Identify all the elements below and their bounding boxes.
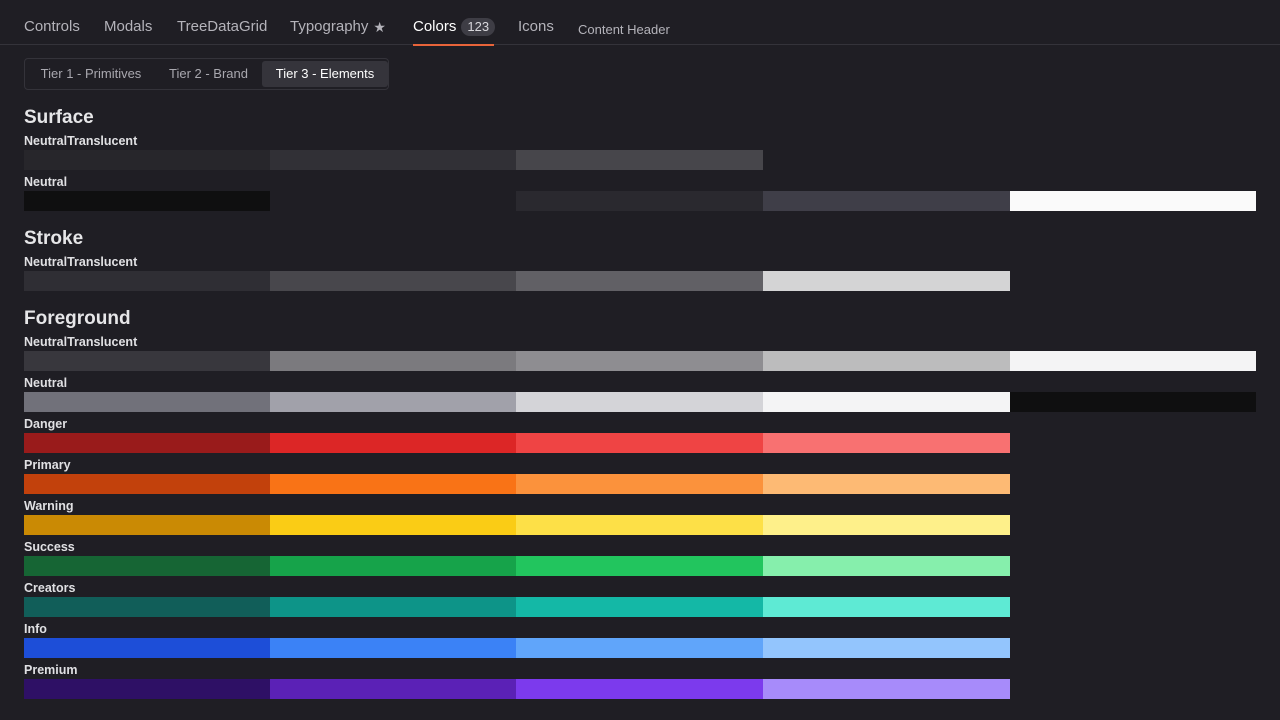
swatch-row: [24, 150, 1256, 170]
row-label: Neutral: [24, 376, 68, 390]
color-swatch: [24, 271, 270, 291]
color-swatch: [763, 351, 1010, 371]
color-swatch: [763, 515, 1010, 535]
swatch-row: [24, 556, 1256, 576]
row-label: Info: [24, 622, 47, 636]
color-swatch: [516, 638, 763, 658]
section-title-foreground: Foreground: [24, 308, 131, 329]
color-swatch: [270, 556, 516, 576]
section-title-surface: Surface: [24, 107, 94, 128]
row-label: NeutralTranslucent: [24, 335, 138, 349]
swatch-row: [24, 597, 1256, 617]
color-swatch: [763, 191, 1010, 211]
color-swatch: [24, 191, 270, 211]
tab-typography-label: Typography: [290, 18, 369, 35]
tab-colors-label: Colors: [413, 18, 457, 35]
swatch-row: [24, 351, 1256, 371]
color-swatch: [516, 474, 763, 494]
color-swatch: [24, 474, 270, 494]
star-icon: ★: [373, 19, 386, 35]
swatch-row: [24, 433, 1256, 453]
color-swatch: [763, 679, 1010, 699]
color-swatch: [270, 392, 516, 412]
row-label: NeutralTranslucent: [24, 134, 138, 148]
color-swatch: [763, 433, 1010, 453]
color-swatch: [516, 191, 763, 211]
color-swatch: [516, 271, 763, 291]
color-swatch: [270, 474, 516, 494]
swatch-row: [24, 515, 1256, 535]
color-swatch: [270, 679, 516, 699]
row-label: Neutral: [24, 175, 68, 189]
tier-selector: Tier 1 - Primitives Tier 2 - Brand Tier …: [24, 58, 389, 90]
swatch-row: [24, 474, 1256, 494]
color-swatch: [516, 556, 763, 576]
color-swatch: [270, 271, 516, 291]
color-swatch: [270, 150, 516, 170]
row-label: Premium: [24, 663, 78, 677]
color-swatch: [1010, 392, 1256, 412]
tier-2-brand-button[interactable]: Tier 2 - Brand: [156, 61, 261, 87]
color-swatch: [270, 515, 516, 535]
color-swatch: [24, 515, 270, 535]
color-swatch: [516, 433, 763, 453]
active-tab-indicator: [413, 44, 494, 46]
color-swatch: [763, 392, 1010, 412]
swatch-row: [24, 679, 1256, 699]
color-swatch: [24, 638, 270, 658]
tab-controls[interactable]: Controls: [24, 18, 80, 36]
color-swatch: [24, 597, 270, 617]
color-swatch: [763, 474, 1010, 494]
row-label: Creators: [24, 581, 76, 595]
color-swatch: [24, 433, 270, 453]
row-label: Danger: [24, 417, 68, 431]
tab-colors[interactable]: Colors 123: [413, 18, 496, 36]
color-swatch: [270, 351, 516, 371]
row-label: Success: [24, 540, 75, 554]
color-swatch: [516, 515, 763, 535]
swatch-row: [24, 392, 1256, 412]
count-badge: 123: [461, 18, 496, 36]
color-swatch: [516, 392, 763, 412]
tab-modals[interactable]: Modals: [104, 18, 152, 36]
color-swatch: [270, 638, 516, 658]
color-swatch: [763, 638, 1010, 658]
color-swatch: [24, 679, 270, 699]
color-swatch: [24, 556, 270, 576]
row-label: Warning: [24, 499, 74, 513]
top-navigation: Controls Modals TreeDataGrid Typography ★…: [0, 0, 1280, 46]
color-swatch: [516, 597, 763, 617]
color-swatch: [763, 271, 1010, 291]
color-swatch: [24, 351, 270, 371]
tier-1-primitives-button[interactable]: Tier 1 - Primitives: [27, 61, 155, 87]
color-swatch: [763, 556, 1010, 576]
section-title-stroke: Stroke: [24, 228, 84, 249]
color-swatch: [763, 597, 1010, 617]
color-swatch: [516, 679, 763, 699]
tier-3-elements-button[interactable]: Tier 3 - Elements: [262, 61, 388, 87]
color-swatch: [1010, 351, 1256, 371]
row-label: NeutralTranslucent: [24, 255, 138, 269]
color-swatch: [24, 150, 270, 170]
tab-content-header[interactable]: Content Header: [578, 21, 670, 39]
tab-typography[interactable]: Typography ★: [290, 18, 386, 36]
tab-treedatagrid[interactable]: TreeDataGrid: [177, 18, 267, 36]
row-label: Primary: [24, 458, 71, 472]
color-swatch: [516, 150, 763, 170]
swatch-row: [24, 191, 1256, 211]
swatch-row: [24, 271, 1256, 291]
color-swatch: [270, 597, 516, 617]
color-swatch: [1010, 191, 1256, 211]
color-swatch: [516, 351, 763, 371]
color-swatch: [270, 433, 516, 453]
swatch-row: [24, 638, 1256, 658]
color-swatch: [24, 392, 270, 412]
tab-icons[interactable]: Icons: [518, 18, 554, 36]
